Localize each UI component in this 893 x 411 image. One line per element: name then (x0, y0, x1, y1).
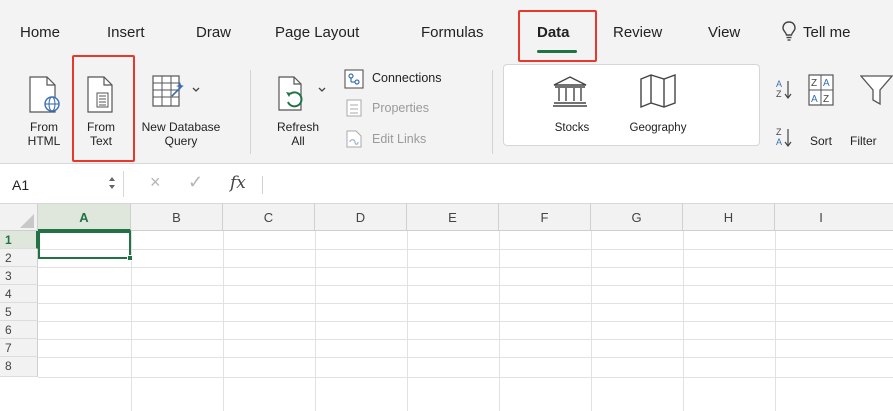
column-header-g[interactable]: G (591, 204, 683, 231)
tab-review[interactable]: Review (613, 24, 662, 41)
sort-z-to-a-icon: Z A (776, 126, 792, 153)
spreadsheet-grid[interactable]: A B C D E F G H I 1 2 3 4 5 6 7 8 (0, 204, 893, 411)
column-header-b[interactable]: B (131, 204, 223, 231)
grid-line (38, 339, 893, 340)
grid-line (38, 285, 893, 286)
column-header-e[interactable]: E (407, 204, 499, 231)
row-header-8[interactable]: 8 (0, 357, 38, 377)
column-header-a[interactable]: A (38, 204, 131, 231)
edit-links-icon (346, 130, 362, 153)
connections-label: Connections (372, 71, 442, 85)
grid-line (38, 377, 893, 378)
tell-me-search[interactable]: Tell me (803, 24, 851, 41)
tab-draw[interactable]: Draw (196, 24, 231, 41)
select-all-corner[interactable] (0, 204, 38, 231)
tab-view[interactable]: View (708, 24, 740, 41)
insert-function-icon[interactable]: fx (230, 173, 246, 193)
data-types-gallery: Stocks Geography (503, 64, 760, 146)
geography-label: Geography (629, 122, 687, 134)
grid-line (38, 267, 893, 268)
chevron-down-icon (192, 80, 200, 98)
formula-bar: A1 × ✓ fx (0, 164, 893, 204)
active-tab-indicator (537, 50, 577, 53)
row-header-3[interactable]: 3 (0, 267, 38, 285)
new-db-query-label-1: New Database (141, 120, 221, 134)
row-header-7[interactable]: 7 (0, 339, 38, 357)
ribbon-tabs: Home Insert Draw Page Layout Formulas Da… (0, 0, 893, 64)
sort-a-to-z-icon: A Z (776, 78, 792, 105)
row-header-5[interactable]: 5 (0, 303, 38, 321)
svg-text:Z: Z (776, 89, 782, 99)
svg-text:A: A (776, 137, 782, 147)
svg-text:A: A (823, 78, 830, 89)
ribbon-separator (492, 70, 493, 154)
from-html-label-2: HTML (27, 134, 61, 148)
refresh-all-label-1: Refresh (276, 120, 320, 134)
cancel-icon[interactable]: × (150, 172, 161, 193)
chevron-down-icon (318, 80, 326, 98)
lightbulb-icon (781, 20, 797, 47)
ribbon-separator (250, 70, 251, 154)
name-box[interactable]: A1 (8, 171, 124, 197)
fill-handle[interactable] (127, 255, 133, 261)
connections-icon (344, 69, 364, 94)
properties-label: Properties (372, 101, 429, 115)
svg-text:Z: Z (823, 94, 829, 105)
properties-icon (346, 99, 362, 122)
text-document-icon (85, 76, 115, 119)
map-icon (639, 73, 677, 114)
svg-text:Z: Z (811, 78, 817, 89)
row-header-6[interactable]: 6 (0, 321, 38, 339)
grid-line (38, 249, 893, 250)
tab-insert[interactable]: Insert (107, 24, 145, 41)
tab-home[interactable]: Home (20, 24, 60, 41)
column-header-d[interactable]: D (315, 204, 407, 231)
filter-label: Filter (850, 134, 877, 148)
column-header-i[interactable]: I (775, 204, 893, 231)
stepper-arrows-icon[interactable] (108, 174, 116, 197)
grid-line (38, 303, 893, 304)
row-header-2[interactable]: 2 (0, 249, 38, 267)
from-text-label-1: From (87, 120, 115, 134)
refresh-all-label-2: All (291, 134, 305, 148)
edit-links-label: Edit Links (372, 132, 427, 146)
from-text-label-2: Text (89, 134, 112, 148)
refresh-icon (276, 76, 316, 119)
tab-page-layout[interactable]: Page Layout (275, 24, 359, 41)
from-html-label-1: From (30, 120, 58, 134)
grid-line (38, 321, 893, 322)
row-header-4[interactable]: 4 (0, 285, 38, 303)
column-header-c[interactable]: C (223, 204, 315, 231)
tab-formulas[interactable]: Formulas (421, 24, 484, 41)
new-db-query-label-2: Query (164, 134, 198, 148)
row-header-1[interactable]: 1 (0, 231, 38, 249)
svg-text:A: A (776, 79, 782, 89)
database-table-icon (152, 74, 186, 115)
name-box-value: A1 (12, 177, 30, 193)
svg-text:Z: Z (776, 127, 782, 137)
column-header-f[interactable]: F (499, 204, 591, 231)
sort-label: Sort (809, 134, 832, 148)
html-document-icon (27, 76, 61, 119)
tab-data[interactable]: Data (537, 24, 570, 41)
formula-bar-separator (262, 176, 263, 194)
bank-building-icon (552, 75, 588, 112)
column-header-h[interactable]: H (683, 204, 775, 231)
active-cell-a1[interactable] (38, 231, 131, 259)
column-header-row: A B C D E F G H I (0, 204, 893, 231)
grid-line (38, 357, 893, 358)
formula-input[interactable] (266, 170, 886, 198)
svg-text:A: A (811, 94, 818, 105)
filter-funnel-icon (859, 74, 893, 111)
enter-check-icon[interactable]: ✓ (188, 172, 203, 193)
sort-icon: Z A A Z (808, 74, 834, 111)
stocks-label: Stocks (554, 122, 590, 134)
